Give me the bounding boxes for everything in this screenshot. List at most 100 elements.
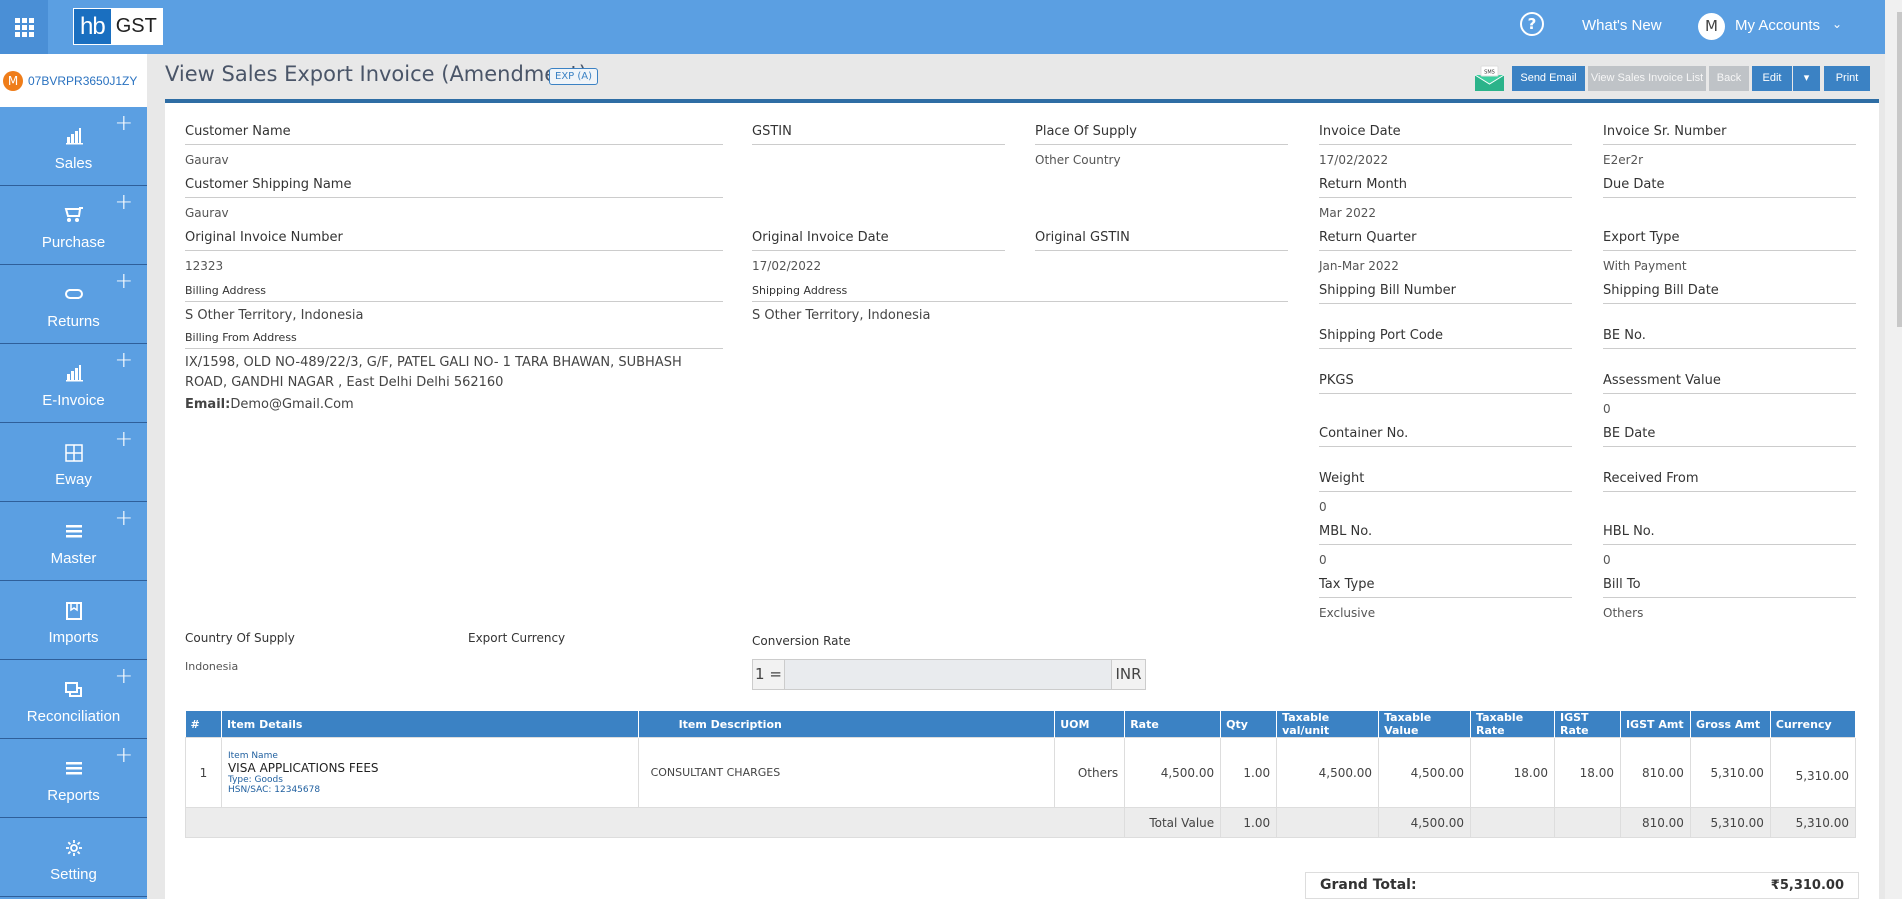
edit-dropdown-button[interactable]: ▾ bbox=[1793, 66, 1820, 91]
field-label: Bill To bbox=[1603, 577, 1856, 598]
total-igst-amt: 810.00 bbox=[1619, 807, 1691, 838]
avatar[interactable]: M bbox=[1698, 13, 1725, 40]
sidebar-item-master[interactable]: Master + bbox=[0, 502, 147, 581]
total-spacer bbox=[1276, 807, 1380, 838]
gstin-selector[interactable]: M 07BVRPR3650J1ZY bbox=[0, 54, 147, 107]
add-purchase-icon[interactable]: + bbox=[115, 192, 133, 214]
add-e-invoice-icon[interactable]: + bbox=[115, 350, 133, 372]
shipping-port-code-field: Shipping Port Code bbox=[1319, 328, 1572, 349]
table-row: 1 Item Name VISA APPLICATIONS FEES Type:… bbox=[185, 737, 1857, 808]
field-label: Customer Shipping Name bbox=[185, 177, 723, 198]
sms-icon[interactable]: SMS bbox=[1473, 65, 1506, 92]
sidebar-item-reports[interactable]: Reports + bbox=[0, 739, 147, 818]
add-eway-icon[interactable]: + bbox=[115, 429, 133, 451]
col-uom: UOM bbox=[1054, 711, 1126, 738]
field-label: GSTIN bbox=[752, 124, 1005, 145]
original-invoice-number-value: 12323 bbox=[185, 259, 224, 273]
sidebar-item-label: Purchase bbox=[41, 234, 106, 251]
add-reconciliation-icon[interactable]: + bbox=[115, 666, 133, 688]
sidebar-item-returns[interactable]: Returns + bbox=[0, 265, 147, 344]
item-uom: Others bbox=[1054, 737, 1126, 808]
sidebar-item-purchase[interactable]: Purchase + bbox=[0, 186, 147, 265]
grand-total-value: ₹5,310.00 bbox=[1770, 878, 1844, 893]
edit-button[interactable]: Edit bbox=[1752, 66, 1792, 91]
sidebar-item-label: E-Invoice bbox=[42, 392, 105, 409]
invoice-date-value: 17/02/2022 bbox=[1319, 153, 1389, 167]
col-item-description: Item Description bbox=[638, 711, 1056, 738]
back-button[interactable]: Back bbox=[1709, 66, 1749, 91]
total-currency: 5,310.00 bbox=[1769, 807, 1857, 838]
be-date-field: BE Date bbox=[1603, 426, 1856, 447]
field-label: Place Of Supply bbox=[1035, 124, 1288, 145]
sidebar-item-label: Reconciliation bbox=[26, 708, 121, 725]
email-label: Email: bbox=[185, 397, 231, 412]
gstin-number[interactable]: 07BVRPR3650J1ZY bbox=[28, 74, 137, 88]
mbl-no-field: MBL No. 0 bbox=[1319, 524, 1572, 567]
place-of-supply-field: Place Of Supply Other Country bbox=[1035, 124, 1288, 167]
field-label: Billing Address bbox=[185, 284, 723, 302]
total-label: Total Value bbox=[1124, 807, 1222, 838]
add-reports-icon[interactable]: + bbox=[115, 745, 133, 767]
assessment-value-field: Assessment Value 0 bbox=[1603, 373, 1856, 416]
sidebar-item-imports[interactable]: Imports bbox=[0, 581, 147, 660]
logo[interactable]: hb GST bbox=[73, 8, 163, 45]
col-igst-rate: IGST Rate bbox=[1554, 711, 1621, 738]
field-label: Due Date bbox=[1603, 177, 1856, 198]
book-icon bbox=[0, 601, 147, 626]
app-menu-button[interactable] bbox=[0, 0, 48, 54]
field-label: Original Invoice Number bbox=[185, 230, 723, 251]
conversion-rate-input[interactable] bbox=[785, 660, 1111, 689]
gstin-value bbox=[752, 145, 1005, 153]
due-date-field: Due Date bbox=[1603, 177, 1856, 206]
total-row: Total Value 1.00 4,500.00 810.00 5,310.0… bbox=[184, 807, 1857, 838]
whats-new-link[interactable]: What's New bbox=[1582, 17, 1662, 34]
sidebar-item-label: Setting bbox=[50, 866, 97, 883]
return-month-field: Return Month Mar 2022 bbox=[1319, 177, 1572, 220]
add-master-icon[interactable]: + bbox=[115, 508, 133, 530]
total-spacer bbox=[1554, 807, 1621, 838]
page-title: View Sales Export Invoice (Amendment) bbox=[165, 62, 587, 86]
sidebar-item-label: Reports bbox=[47, 787, 100, 804]
send-email-button[interactable]: Send Email bbox=[1512, 66, 1585, 91]
total-gross-amt: 5,310.00 bbox=[1689, 807, 1771, 838]
col-qty: Qty bbox=[1220, 711, 1278, 738]
grid-icon bbox=[14, 17, 34, 37]
conversion-rate-suffix: INR bbox=[1111, 660, 1145, 689]
my-accounts-menu[interactable]: My Accounts bbox=[1735, 17, 1820, 34]
help-icon[interactable]: ? bbox=[1520, 12, 1544, 36]
field-label: MBL No. bbox=[1319, 524, 1572, 545]
billing-from-address-field: Billing From Address IX/1598, OLD NO-489… bbox=[185, 331, 723, 393]
total-qty: 1.00 bbox=[1220, 807, 1278, 838]
email-field: Email:Demo@Gmail.Com bbox=[185, 397, 723, 412]
col-taxable-value: Taxable Value bbox=[1378, 711, 1472, 738]
scrollbar-thumb[interactable] bbox=[1897, 12, 1902, 327]
field-label: BE No. bbox=[1603, 328, 1856, 349]
item-rate: 4,500.00 bbox=[1124, 737, 1222, 808]
view-sales-invoice-list-button[interactable]: View Sales Invoice List bbox=[1588, 66, 1706, 91]
item-description: CONSULTANT CHARGES bbox=[637, 737, 1056, 808]
return-month-value: Mar 2022 bbox=[1319, 206, 1376, 220]
item-igst-rate: 18.00 bbox=[1554, 737, 1621, 808]
billing-address-field: Billing Address S Other Territory, Indon… bbox=[185, 284, 723, 326]
sidebar-item-eway[interactable]: Eway + bbox=[0, 423, 147, 502]
col-taxable-val-unit: Taxable val/unit bbox=[1276, 711, 1380, 738]
sidebar-item-label: Sales bbox=[54, 155, 93, 172]
col-item-details: Item Details bbox=[221, 711, 639, 738]
print-button[interactable]: Print bbox=[1824, 66, 1870, 91]
export-type-value: With Payment bbox=[1603, 259, 1687, 273]
item-type: Type: Goods bbox=[227, 774, 283, 785]
add-sales-icon[interactable]: + bbox=[115, 113, 133, 135]
sidebar-item-reconciliation[interactable]: Reconciliation + bbox=[0, 660, 147, 739]
sidebar-item-setting[interactable]: Setting bbox=[0, 818, 147, 897]
gstin-badge: M bbox=[3, 70, 23, 91]
sidebar-item-sales[interactable]: Sales + bbox=[0, 107, 147, 186]
return-quarter-value: Jan-Mar 2022 bbox=[1319, 259, 1399, 273]
logo-gst: GST bbox=[110, 9, 162, 44]
chevron-down-icon[interactable]: ⌄ bbox=[1832, 17, 1842, 31]
sidebar-item-e-invoice[interactable]: E-Invoice + bbox=[0, 344, 147, 423]
add-returns-icon[interactable]: + bbox=[115, 271, 133, 293]
item-name: VISA APPLICATIONS FEES bbox=[227, 760, 379, 775]
col-igst-amt: IGST Amt bbox=[1620, 711, 1691, 738]
return-quarter-field: Return Quarter Jan-Mar 2022 bbox=[1319, 230, 1572, 273]
field-label: Conversion Rate bbox=[752, 634, 851, 648]
